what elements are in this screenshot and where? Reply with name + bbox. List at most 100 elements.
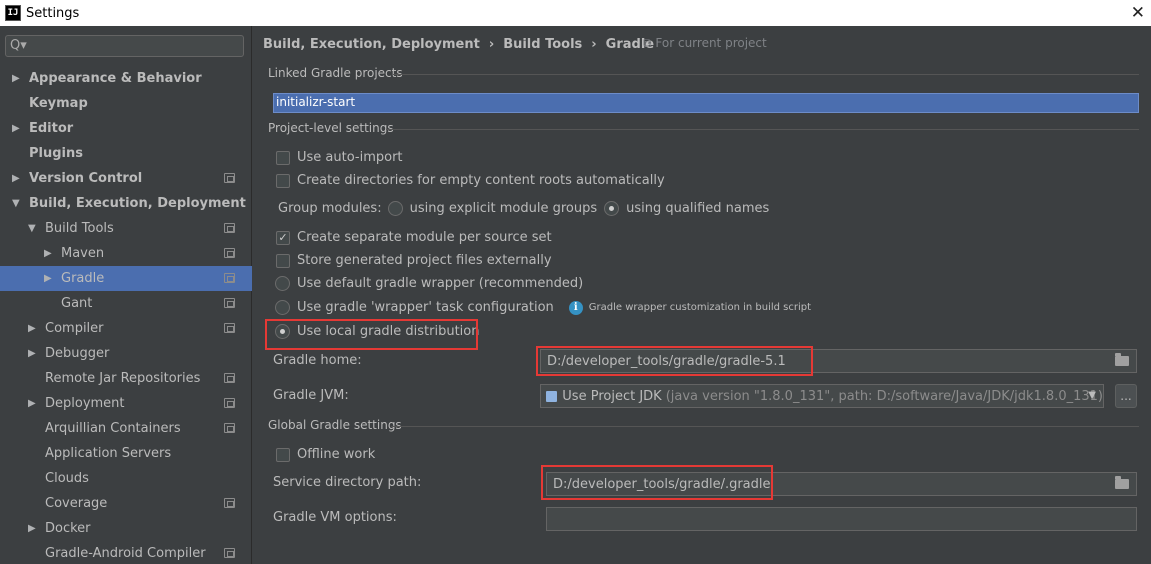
sidebar-item-label: Arquillian Containers [45, 421, 181, 436]
offline-option[interactable]: Offline work [276, 447, 375, 462]
project-scope-icon [224, 548, 235, 558]
chevron-right-icon[interactable]: ▶ [28, 398, 38, 409]
sidebar-item-remote-jar-repositories[interactable]: Remote Jar Repositories [0, 366, 252, 391]
chevron-right-icon[interactable]: ▶ [44, 248, 54, 259]
qualified-names-label: using qualified names [626, 201, 770, 216]
create-dirs-option[interactable]: Create directories for empty content roo… [276, 173, 665, 188]
sidebar-item-debugger[interactable]: ▶ Debugger [0, 341, 252, 366]
sidebar-item-label: Deployment [45, 396, 125, 411]
linked-projects-list[interactable]: initializr-start [273, 93, 1139, 113]
chevron-down-icon[interactable]: ▼ [28, 223, 38, 234]
dist-wrapper-radio[interactable] [275, 300, 290, 315]
sidebar-item-label: Maven [61, 246, 105, 261]
auto-import-checkbox[interactable] [276, 150, 290, 165]
store-external-option[interactable]: Store generated project files externally [276, 253, 552, 268]
sidebar-item-label: Gradle-Android Compiler [45, 546, 206, 561]
info-icon: i [568, 300, 583, 315]
project-scope-icon [224, 498, 235, 508]
sidebar-item-build-tools[interactable]: ▼ Build Tools [0, 216, 252, 241]
sidebar-item-gant[interactable]: Gant [0, 291, 252, 316]
sidebar-item-label: Application Servers [45, 446, 172, 461]
project-scope-icon: ⧉ [643, 36, 652, 50]
project-scope-icon [224, 173, 235, 183]
sidebar-item-label: Remote Jar Repositories [45, 371, 201, 386]
section-divider [391, 426, 1139, 427]
section-divider [393, 74, 1139, 75]
breadcrumb-separator: › [591, 36, 597, 52]
dist-default-label: Use default gradle wrapper (recommended) [297, 276, 584, 291]
wrapper-hint-link[interactable]: Gradle wrapper customization in build sc… [589, 302, 811, 313]
highlight-box [265, 319, 478, 350]
sidebar-item-gradle[interactable]: ▶ Gradle [0, 266, 252, 291]
sidebar-item-arquillian-containers[interactable]: Arquillian Containers [0, 416, 252, 441]
explicit-groups-label: using explicit module groups [409, 201, 598, 216]
chevron-right-icon[interactable]: ▶ [28, 323, 38, 334]
settings-search-input[interactable]: Q▾ [5, 35, 244, 57]
chevron-down-icon[interactable]: ▼ [12, 198, 22, 209]
explicit-groups-radio[interactable] [387, 201, 403, 216]
sidebar-item-label: Debugger [45, 346, 110, 361]
breadcrumb-item: Build Tools [503, 36, 583, 52]
chevron-right-icon[interactable]: ▶ [28, 348, 38, 359]
vm-options-field[interactable] [546, 507, 1137, 531]
chevron-right-icon[interactable]: ▶ [12, 173, 22, 184]
auto-import-option[interactable]: Use auto-import [276, 150, 403, 165]
gradle-jvm-select[interactable]: Use Project JDK (java version "1.8.0_131… [540, 384, 1104, 408]
store-external-checkbox[interactable] [276, 253, 290, 268]
chevron-right-icon[interactable]: ▶ [12, 123, 22, 134]
chevron-right-icon[interactable]: ▶ [44, 273, 54, 284]
browse-jdk-button[interactable]: ... [1115, 384, 1137, 408]
highlight-box [541, 465, 773, 500]
folder-icon[interactable] [1115, 476, 1129, 489]
sidebar-item-label: Editor [29, 121, 74, 136]
dist-wrapper-label: Use gradle 'wrapper' task configuration [297, 300, 554, 315]
sidebar-item-plugins[interactable]: Plugins [0, 141, 252, 166]
sidebar-item-clouds[interactable]: Clouds [0, 466, 252, 491]
linked-project-item[interactable]: initializr-start [276, 95, 355, 109]
section-linked-projects: Linked Gradle projects [268, 66, 403, 80]
folder-icon[interactable] [1115, 353, 1129, 366]
sidebar-item-label: Plugins [29, 146, 83, 161]
title-bar: IJ Settings ✕ [0, 0, 1151, 26]
chevron-right-icon[interactable]: ▶ [28, 523, 38, 534]
project-scope-icon [224, 423, 235, 433]
sidebar-item-docker[interactable]: ▶ Docker [0, 516, 252, 541]
highlight-box [536, 346, 813, 376]
search-icon: Q▾ [10, 38, 27, 53]
section-project-level: Project-level settings [268, 121, 394, 135]
separate-module-option[interactable]: ✓ Create separate module per source set [276, 230, 552, 245]
sidebar-item-deployment[interactable]: ▶ Deployment [0, 391, 252, 416]
sidebar-item-gradle-android-compiler[interactable]: Gradle-Android Compiler [0, 541, 252, 564]
create-dirs-checkbox[interactable] [276, 173, 290, 188]
chevron-right-icon[interactable]: ▶ [12, 73, 22, 84]
gradle-jvm-value: Use Project JDK [562, 388, 662, 404]
sidebar-item-maven[interactable]: ▶ Maven [0, 241, 252, 266]
dist-default-option[interactable]: Use default gradle wrapper (recommended) [275, 276, 583, 291]
breadcrumb-item: Build, Execution, Deployment [263, 36, 480, 52]
close-icon[interactable]: ✕ [1131, 3, 1145, 23]
chevron-down-icon[interactable]: ▼ [1088, 390, 1096, 401]
offline-checkbox[interactable] [276, 447, 290, 462]
sidebar-item-application-servers[interactable]: Application Servers [0, 441, 252, 466]
sidebar-item-build-execution-deployment[interactable]: ▼ Build, Execution, Deployment [0, 191, 252, 216]
dist-default-radio[interactable] [275, 276, 290, 291]
separate-module-label: Create separate module per source set [297, 230, 552, 245]
qualified-names-radio[interactable] [604, 201, 620, 216]
sidebar-item-coverage[interactable]: Coverage [0, 491, 252, 516]
intellij-app-icon: IJ [5, 5, 21, 21]
sidebar-item-editor[interactable]: ▶ Editor [0, 116, 252, 141]
sidebar-item-appearance-behavior[interactable]: ▶ Appearance & Behavior [0, 66, 252, 91]
separate-module-checkbox[interactable]: ✓ [276, 230, 290, 245]
settings-sidebar: Q▾ ▶ Appearance & Behavior Keymap ▶ Editor Pl… [0, 26, 252, 564]
sidebar-item-compiler[interactable]: ▶ Compiler [0, 316, 252, 341]
sidebar-item-label: Gant [61, 296, 93, 311]
sidebar-item-label: Clouds [45, 471, 89, 486]
sidebar-item-version-control[interactable]: ▶ Version Control [0, 166, 252, 191]
settings-tree: ▶ Appearance & Behavior Keymap ▶ Editor Plugi… [0, 66, 252, 564]
project-scope-icon [224, 398, 235, 408]
sidebar-item-label: Appearance & Behavior [29, 71, 202, 86]
dist-wrapper-option[interactable]: Use gradle 'wrapper' task configuration … [275, 300, 811, 315]
sidebar-item-keymap[interactable]: Keymap [0, 91, 252, 116]
sidebar-item-label: Compiler [45, 321, 104, 336]
gradle-home-label: Gradle home: [273, 353, 362, 368]
